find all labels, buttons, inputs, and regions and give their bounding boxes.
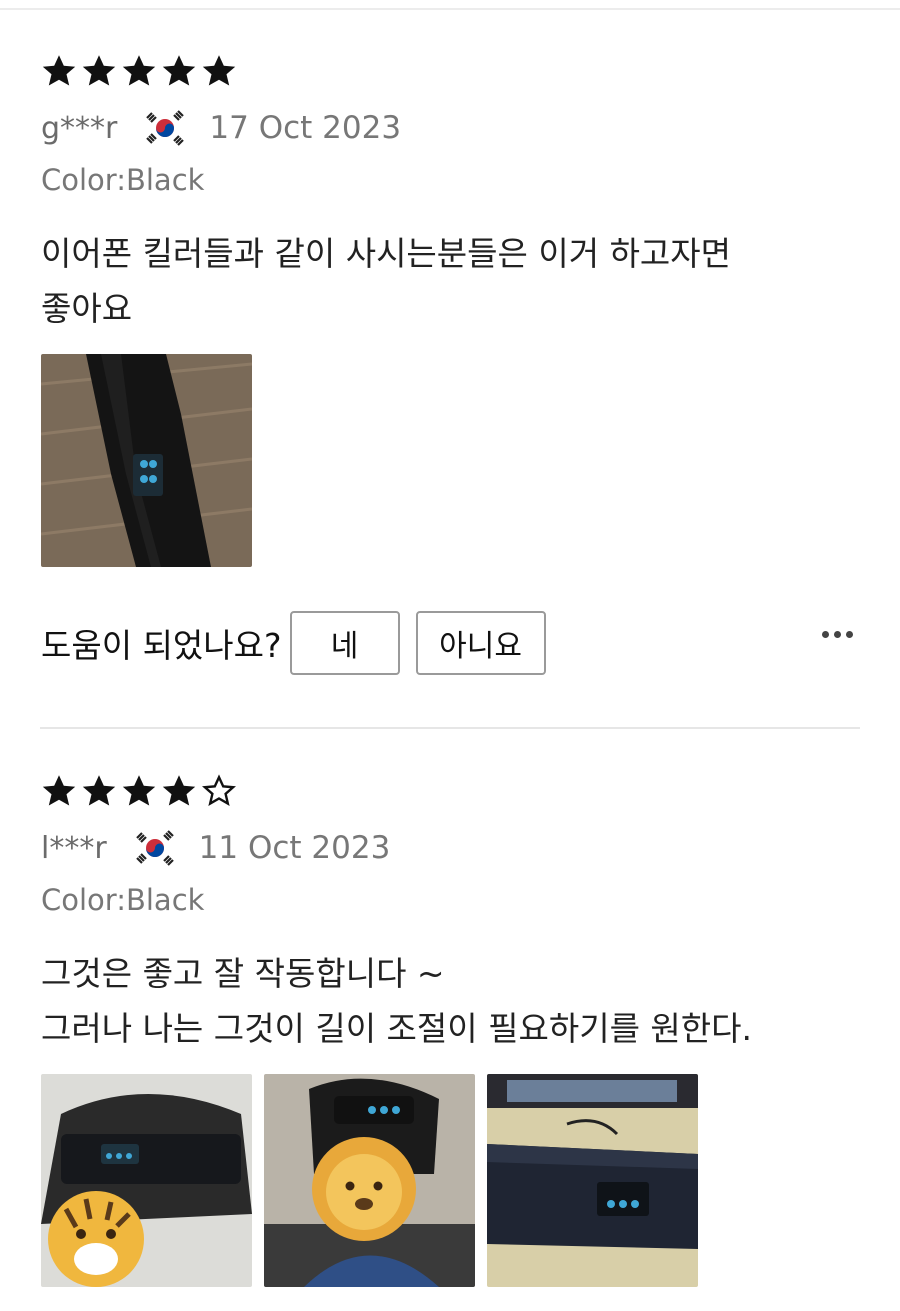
star-rating	[41, 770, 861, 812]
variant-label: Color:Black	[41, 163, 205, 197]
review-photo[interactable]	[264, 1074, 475, 1287]
star-rating	[41, 50, 861, 92]
review-photo[interactable]	[41, 1074, 252, 1287]
review-card: g***r 17 Oct 2023 Color:Black 이어폰 킬러들과 같…	[41, 50, 861, 677]
review-text: 그것은 좋고 잘 작동합니다 ~ 그러나 나는 그것이 길이 조절이 필요하기를…	[41, 946, 861, 1056]
helpful-row: 도움이 되었나요? 네 아니요	[41, 609, 861, 677]
review-meta: l***r 11 Oct 2023	[41, 828, 861, 868]
top-divider	[0, 8, 900, 10]
review-photo[interactable]	[487, 1074, 698, 1287]
review-text-line: 좋아요	[41, 289, 133, 328]
helpful-yes-button[interactable]: 네	[289, 611, 400, 675]
reviewer-name: l***r	[41, 830, 107, 866]
review-divider	[40, 727, 860, 729]
review-card: l***r 11 Oct 2023 Color:Black 그것은 좋고 잘 작…	[41, 770, 861, 1287]
star-filled-icon	[162, 55, 196, 86]
star-empty-icon	[202, 774, 236, 807]
more-horizontal-icon[interactable]	[822, 631, 853, 638]
star-filled-icon	[82, 775, 116, 806]
review-meta: g***r 17 Oct 2023	[41, 108, 861, 148]
star-filled-icon	[162, 775, 196, 806]
star-filled-icon	[122, 55, 156, 86]
review-text-line: 그러나 나는 그것이 길이 조절이 필요하기를 원한다.	[41, 1009, 752, 1048]
review-date: 17 Oct 2023	[209, 110, 402, 146]
review-photo[interactable]	[41, 354, 252, 567]
helpful-no-button[interactable]: 아니요	[415, 611, 546, 675]
star-filled-icon	[42, 775, 76, 806]
review-text: 이어폰 킬러들과 같이 사시는분들은 이거 하고자면 좋아요	[41, 226, 861, 336]
variant-label: Color:Black	[41, 883, 205, 917]
review-date: 11 Oct 2023	[198, 830, 391, 866]
south-korea-flag-icon	[146, 110, 185, 146]
star-filled-icon	[122, 775, 156, 806]
star-filled-icon	[82, 55, 116, 86]
review-photos	[41, 354, 861, 567]
review-text-line: 이어폰 킬러들과 같이 사시는분들은 이거 하고자면	[41, 234, 732, 273]
star-filled-icon	[202, 55, 236, 86]
star-filled-icon	[42, 55, 76, 86]
review-photos	[41, 1074, 861, 1287]
reviewer-name: g***r	[41, 110, 118, 146]
south-korea-flag-icon	[135, 830, 174, 866]
review-text-line: 그것은 좋고 잘 작동합니다 ~	[41, 954, 445, 993]
helpful-question: 도움이 되었나요?	[41, 626, 282, 665]
